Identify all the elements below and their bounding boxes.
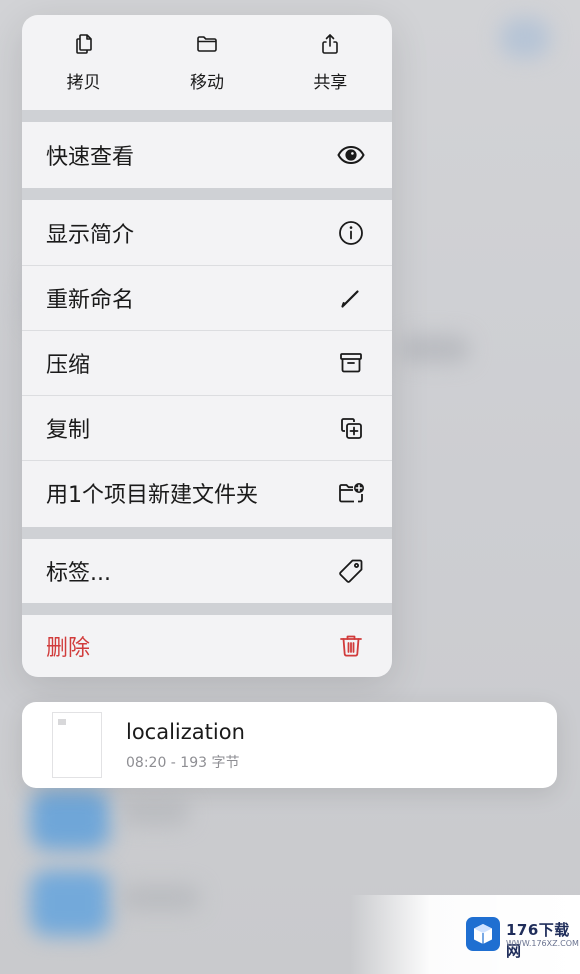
- compress-item[interactable]: 压缩: [22, 330, 392, 395]
- delete-item[interactable]: 删除: [22, 615, 392, 677]
- move-button[interactable]: 移动: [145, 15, 268, 110]
- file-preview-card[interactable]: localization 08:20 - 193 字节: [22, 702, 557, 788]
- info-icon: [336, 218, 366, 248]
- folder-icon: [195, 32, 219, 60]
- share-icon: [318, 32, 342, 60]
- share-label: 共享: [313, 73, 348, 93]
- file-meta: 08:20 - 193 字节: [126, 755, 240, 771]
- tags-item[interactable]: 标签...: [22, 539, 392, 603]
- blurred-shape: [120, 800, 190, 826]
- document-thumbnail: [52, 712, 102, 778]
- actions-group: 显示简介 重新命名 压缩 复制 用1个项目新建文件夹: [22, 200, 392, 527]
- duplicate-item[interactable]: 复制: [22, 395, 392, 460]
- blurred-folder: [30, 790, 110, 850]
- copy-icon: [72, 32, 96, 60]
- tags-group: 标签...: [22, 539, 392, 603]
- share-button[interactable]: 共享: [269, 15, 392, 110]
- copy-label: 拷贝: [66, 73, 101, 93]
- pencil-icon: [336, 283, 366, 313]
- move-label: 移动: [189, 73, 224, 93]
- quick-look-label: 快速查看: [46, 145, 135, 170]
- blurred-folder: [30, 870, 110, 936]
- watermark-logo-icon: [466, 917, 500, 951]
- compress-label: 压缩: [46, 353, 91, 378]
- rename-label: 重新命名: [46, 288, 135, 313]
- new-folder-with-item-label: 用1个项目新建文件夹: [46, 483, 258, 508]
- blurred-shape: [120, 885, 200, 911]
- rename-item[interactable]: 重新命名: [22, 265, 392, 330]
- blurred-shape: [400, 335, 470, 363]
- blurred-shape: [500, 18, 550, 58]
- file-name: localization: [126, 720, 245, 744]
- duplicate-icon: [336, 413, 366, 443]
- get-info-label: 显示简介: [46, 222, 135, 248]
- new-folder-with-item[interactable]: 用1个项目新建文件夹: [22, 460, 392, 525]
- quick-look-item[interactable]: 快速查看: [22, 122, 392, 188]
- delete-group: 删除: [22, 615, 392, 677]
- trash-icon: [336, 631, 366, 661]
- watermark: 176下载网 WWW.176XZ.COM: [350, 895, 580, 974]
- eye-icon: [336, 140, 366, 170]
- archive-icon: [336, 348, 366, 378]
- quick-look-group: 快速查看: [22, 122, 392, 188]
- watermark-subtext: WWW.176XZ.COM: [506, 939, 579, 948]
- delete-label: 删除: [46, 636, 91, 661]
- duplicate-label: 复制: [46, 418, 91, 443]
- tags-label: 标签...: [46, 561, 111, 586]
- get-info-item[interactable]: 显示简介: [22, 200, 392, 265]
- folder-plus-icon: [336, 478, 366, 508]
- tag-icon: [336, 556, 366, 586]
- quick-actions-row: 拷贝 移动 共享: [22, 15, 392, 110]
- context-menu: 拷贝 移动 共享 快速查看 显示简介 重新命名 压缩 复制 用1个项目新建文件夹…: [22, 15, 392, 677]
- copy-button[interactable]: 拷贝: [22, 15, 145, 110]
